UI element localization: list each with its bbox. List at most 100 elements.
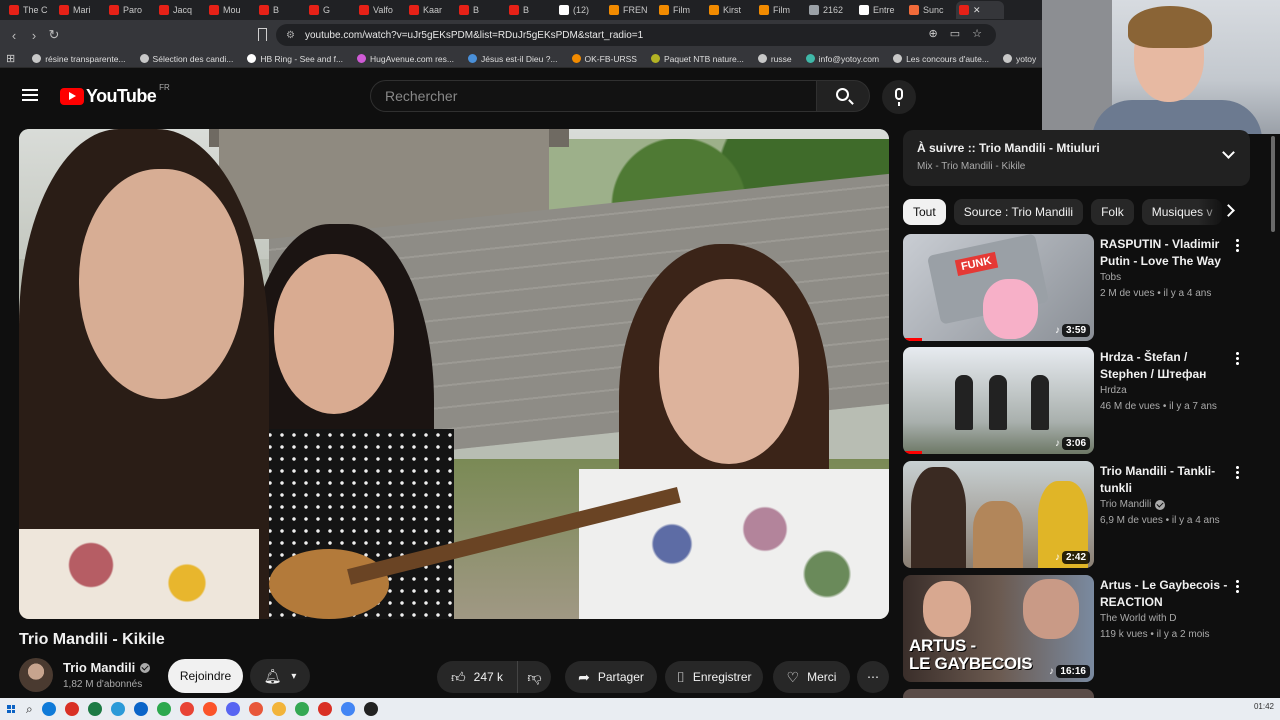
bookmark-item[interactable]: russe bbox=[751, 54, 799, 64]
browser-tab[interactable]: Kirst bbox=[706, 1, 756, 19]
browser-tab[interactable]: Mari bbox=[56, 1, 106, 19]
reload-icon[interactable]: ↻ bbox=[44, 27, 64, 43]
zoom-icon[interactable]: ⊕ bbox=[929, 27, 938, 40]
taskbar-edge2-icon[interactable] bbox=[110, 702, 125, 716]
bookmark-star-icon[interactable]: ☆ bbox=[972, 27, 982, 40]
taskbar-chrome-icon[interactable] bbox=[156, 702, 171, 716]
browser-tab[interactable]: Mou bbox=[206, 1, 256, 19]
taskbar-chrome-4-icon[interactable] bbox=[317, 702, 332, 716]
bookmark-item[interactable]: info@yotoy.com bbox=[799, 54, 886, 64]
bookmark-item[interactable]: résine transparente... bbox=[25, 54, 132, 64]
back-icon[interactable]: ‹ bbox=[4, 28, 24, 43]
browser-tab[interactable]: FREN bbox=[606, 1, 656, 19]
sidebar-scrollbar[interactable] bbox=[1271, 136, 1275, 232]
video-thumbnail[interactable]: ♪ 2:42 bbox=[903, 461, 1094, 568]
like-button[interactable]: 👍︎ 247 k bbox=[437, 661, 517, 693]
bookmark-label: Sélection des candi... bbox=[152, 53, 234, 64]
more-actions-button[interactable]: ⋯ bbox=[857, 661, 889, 693]
tab-close-icon[interactable]: ✕ bbox=[973, 5, 981, 16]
bookmark-item[interactable]: Paquet NTB nature... bbox=[644, 54, 751, 64]
filter-chip[interactable]: Tout bbox=[903, 199, 946, 225]
browser-tab[interactable]: Sunc bbox=[906, 1, 956, 19]
recommendation-channel[interactable]: Tobs bbox=[1100, 272, 1121, 283]
video-thumbnail[interactable]: FUNK ♪ 3:59 bbox=[903, 234, 1094, 341]
bookmark-item[interactable]: Sélection des candi... bbox=[133, 54, 241, 64]
browser-tab[interactable]: Paro bbox=[106, 1, 156, 19]
recommendation-channel[interactable]: Hrdza bbox=[1100, 385, 1127, 396]
recommendation-channel[interactable]: The World with D bbox=[1100, 613, 1177, 624]
browser-tab[interactable]: 2162 bbox=[806, 1, 856, 19]
taskbar-chrome-alt-icon[interactable] bbox=[179, 702, 194, 716]
search-icon[interactable]: ⌕ bbox=[26, 702, 33, 717]
recommendation-item[interactable]: ♪ 3:06 Hrdza - Štefan / Stephen / Штефан… bbox=[903, 347, 1250, 454]
recommendation-item[interactable]: FUNK ♪ 3:59 RASPUTIN - Vladimir Putin - … bbox=[903, 234, 1250, 341]
taskbar-chrome-5-icon[interactable] bbox=[340, 702, 355, 716]
dislike-button[interactable]: 👎︎ bbox=[517, 661, 551, 693]
bookmark-item[interactable]: HB Ring - See and f... bbox=[240, 54, 350, 64]
browser-tab[interactable]: G bbox=[306, 1, 356, 19]
more-options-icon[interactable] bbox=[1236, 579, 1239, 593]
voice-search-button[interactable] bbox=[882, 80, 916, 114]
notifications-button[interactable]: 🔔︎ ▾ bbox=[250, 659, 310, 693]
filter-chip[interactable]: Folk bbox=[1091, 199, 1134, 225]
taskbar-app-icon[interactable] bbox=[248, 702, 263, 716]
taskbar-brave-icon[interactable] bbox=[202, 702, 217, 716]
taskbar-excel-icon[interactable] bbox=[87, 702, 102, 716]
apps-grid-icon[interactable]: ⊞ bbox=[6, 52, 25, 65]
taskbar-folder-icon[interactable] bbox=[271, 702, 286, 716]
browser-tab-active[interactable]: ✕ bbox=[956, 1, 1004, 19]
youtube-logo[interactable]: YouTube FR bbox=[60, 83, 170, 107]
tab-favicon-icon bbox=[709, 5, 719, 15]
recommendation-item[interactable]: ♪ 2:42 Trio Mandili - Tankli-tunkli Trio… bbox=[903, 461, 1250, 568]
forward-icon[interactable]: › bbox=[24, 28, 44, 43]
share-button[interactable]: ➦ Partager bbox=[565, 661, 657, 693]
browser-tab[interactable]: B bbox=[456, 1, 506, 19]
recommendation-item[interactable]: ARTUS - LE GAYBECOIS ♪ 16:16 Artus - Le … bbox=[903, 575, 1250, 682]
taskbar-chrome-red-icon[interactable] bbox=[64, 702, 79, 716]
bookmark-item[interactable]: Les concours d'aute... bbox=[886, 54, 996, 64]
bookmark-item[interactable]: HugAvenue.com res... bbox=[350, 54, 461, 64]
site-info-icon[interactable]: ⚙ bbox=[286, 30, 295, 41]
more-options-icon[interactable] bbox=[1236, 351, 1239, 365]
bookmark-icon[interactable] bbox=[258, 28, 267, 41]
browser-tab[interactable]: Kaar bbox=[406, 1, 456, 19]
search-input[interactable]: Rechercher bbox=[370, 80, 817, 112]
windows-start-icon[interactable] bbox=[5, 703, 18, 716]
browser-tab[interactable]: B bbox=[506, 1, 556, 19]
channel-avatar[interactable] bbox=[19, 658, 53, 692]
bookmark-item[interactable]: OK-FB-URSS bbox=[565, 54, 644, 64]
bookmark-item[interactable]: Jésus est-il Dieu ?... bbox=[461, 54, 565, 64]
taskbar-edge-icon[interactable] bbox=[41, 702, 56, 716]
browser-tab[interactable]: (12) bbox=[556, 1, 606, 19]
browser-tab[interactable]: Valfo bbox=[356, 1, 406, 19]
chevron-down-icon[interactable] bbox=[1222, 146, 1235, 159]
taskbar-obs-icon[interactable] bbox=[363, 702, 378, 716]
browser-tab[interactable]: Jacq bbox=[156, 1, 206, 19]
video-thumbnail[interactable]: ♪ 3:06 bbox=[903, 347, 1094, 454]
join-button[interactable]: Rejoindre bbox=[168, 659, 243, 693]
search-button[interactable] bbox=[816, 80, 870, 112]
cast-icon[interactable]: ▭ bbox=[950, 27, 960, 40]
browser-tab[interactable]: Film bbox=[656, 1, 706, 19]
more-options-icon[interactable] bbox=[1236, 238, 1239, 252]
more-options-icon[interactable] bbox=[1236, 465, 1239, 479]
browser-tab[interactable]: The C bbox=[6, 1, 56, 19]
taskbar-discord-icon[interactable] bbox=[225, 702, 240, 716]
taskbar-outlook-icon[interactable] bbox=[133, 702, 148, 716]
browser-tab[interactable]: B bbox=[256, 1, 306, 19]
address-bar[interactable]: ⚙ youtube.com/watch?v=uJr5gEKsPDM&list=R… bbox=[276, 24, 996, 46]
channel-name[interactable]: Trio Mandili bbox=[63, 660, 151, 675]
browser-tab[interactable]: Film bbox=[756, 1, 806, 19]
browser-tab[interactable]: Entre bbox=[856, 1, 906, 19]
filter-chip[interactable]: Source : Trio Mandili bbox=[953, 199, 1084, 225]
video-thumbnail[interactable]: ARTUS - LE GAYBECOIS ♪ 16:16 bbox=[903, 575, 1094, 682]
thanks-button[interactable]: ♡ Merci bbox=[773, 661, 850, 693]
bookmark-item[interactable]: yotoy bbox=[996, 54, 1042, 64]
menu-icon[interactable] bbox=[22, 89, 38, 101]
playlist-panel-header[interactable]: À suivre :: Trio Mandili - Mtiuluri Mix … bbox=[903, 130, 1250, 186]
video-player[interactable] bbox=[19, 129, 889, 619]
taskbar-chrome-3-icon[interactable] bbox=[294, 702, 309, 716]
recommendation-channel[interactable]: Trio Mandili bbox=[1100, 499, 1166, 510]
youtube-header: YouTube FR Rechercher bbox=[0, 68, 1042, 124]
save-button[interactable]: ⌷ Enregistrer bbox=[665, 661, 763, 693]
